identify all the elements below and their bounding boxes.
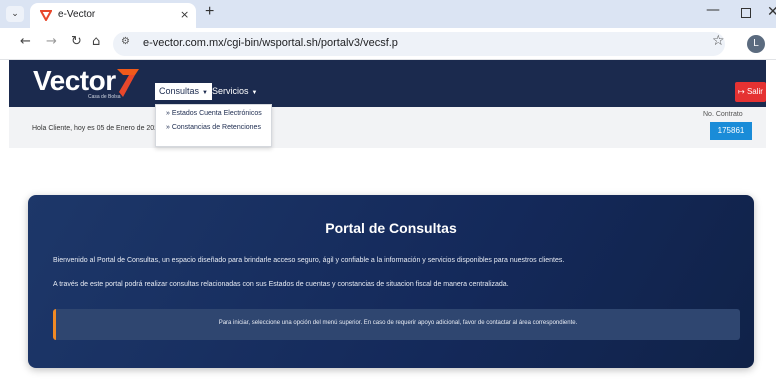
- notice-text: Para iniciar, seleccione una opción del …: [218, 320, 578, 326]
- consultas-dropdown: » Estados Cuenta Electrónicos » Constanc…: [155, 104, 272, 147]
- menu-consultas-label: Consultas: [159, 86, 200, 96]
- new-tab-button[interactable]: +: [205, 3, 214, 21]
- portal-card: Portal de Consultas Bienvenido al Portal…: [28, 195, 754, 368]
- forward-icon[interactable]: →: [46, 34, 57, 49]
- url-text[interactable]: e-vector.com.mx/cgi-bin/wsportal.sh/port…: [143, 37, 398, 49]
- logo-mark-icon: [117, 69, 139, 97]
- tab-title: e-Vector: [58, 9, 96, 20]
- vector-logo[interactable]: Vector Casa de Bolsa: [33, 65, 143, 103]
- info-bar: Hola Cliente, hoy es 05 de Enero de 202 …: [9, 107, 766, 148]
- greeting-text: Hola Cliente, hoy es 05 de Enero de 202: [32, 125, 159, 132]
- description-paragraph: A través de este portal podrá realizar c…: [53, 281, 509, 288]
- dropdown-item-constancias[interactable]: » Constancias de Retenciones: [166, 124, 261, 131]
- logo-text: Vector: [33, 65, 116, 96]
- browser-toolbar: ← → ↻ ⌂ ⚙ e-vector.com.mx/cgi-bin/wsport…: [0, 28, 776, 60]
- dropdown-item-estados-cuenta[interactable]: » Estados Cuenta Electrónicos: [166, 110, 262, 117]
- back-icon[interactable]: ←: [20, 34, 31, 49]
- favicon-icon: [40, 10, 52, 21]
- reload-icon[interactable]: ↻: [71, 34, 82, 49]
- window-maximize-button[interactable]: [741, 8, 751, 18]
- window-close-button[interactable]: ✕: [767, 4, 776, 20]
- browser-tab[interactable]: e-Vector ×: [30, 3, 196, 28]
- address-bar[interactable]: ⚙ e-vector.com.mx/cgi-bin/wsportal.sh/po…: [113, 32, 725, 56]
- bookmark-star-icon[interactable]: ☆: [712, 33, 725, 49]
- notice-box: Para iniciar, seleccione una opción del …: [53, 309, 740, 340]
- browser-tab-strip: ⌄ e-Vector × + — ✕: [0, 0, 776, 28]
- menu-consultas[interactable]: Consultas ▼: [155, 83, 212, 100]
- logout-label: Salir: [746, 87, 763, 96]
- logout-button[interactable]: ↦ Salir: [735, 82, 766, 102]
- tab-close-icon[interactable]: ×: [180, 8, 189, 21]
- profile-avatar[interactable]: L: [747, 35, 765, 53]
- menu-servicios-label: Servicios: [212, 86, 249, 96]
- welcome-paragraph: Bienvenido al Portal de Consultas, un es…: [53, 257, 565, 264]
- home-icon[interactable]: ⌂: [92, 34, 100, 49]
- site-info-icon[interactable]: ⚙: [121, 36, 130, 47]
- caret-down-icon: ▼: [251, 90, 258, 96]
- logout-icon: ↦: [738, 87, 745, 96]
- contract-number-badge: 175861: [710, 122, 752, 140]
- portal-title: Portal de Consultas: [325, 220, 457, 236]
- menu-servicios[interactable]: Servicios ▼: [208, 83, 261, 100]
- tab-search-button[interactable]: ⌄: [6, 6, 24, 22]
- window-minimize-button[interactable]: —: [706, 2, 720, 18]
- site-header: Vector Casa de Bolsa Consultas ▼ Servicio…: [9, 60, 766, 107]
- contract-label: No. Contrato: [703, 111, 743, 118]
